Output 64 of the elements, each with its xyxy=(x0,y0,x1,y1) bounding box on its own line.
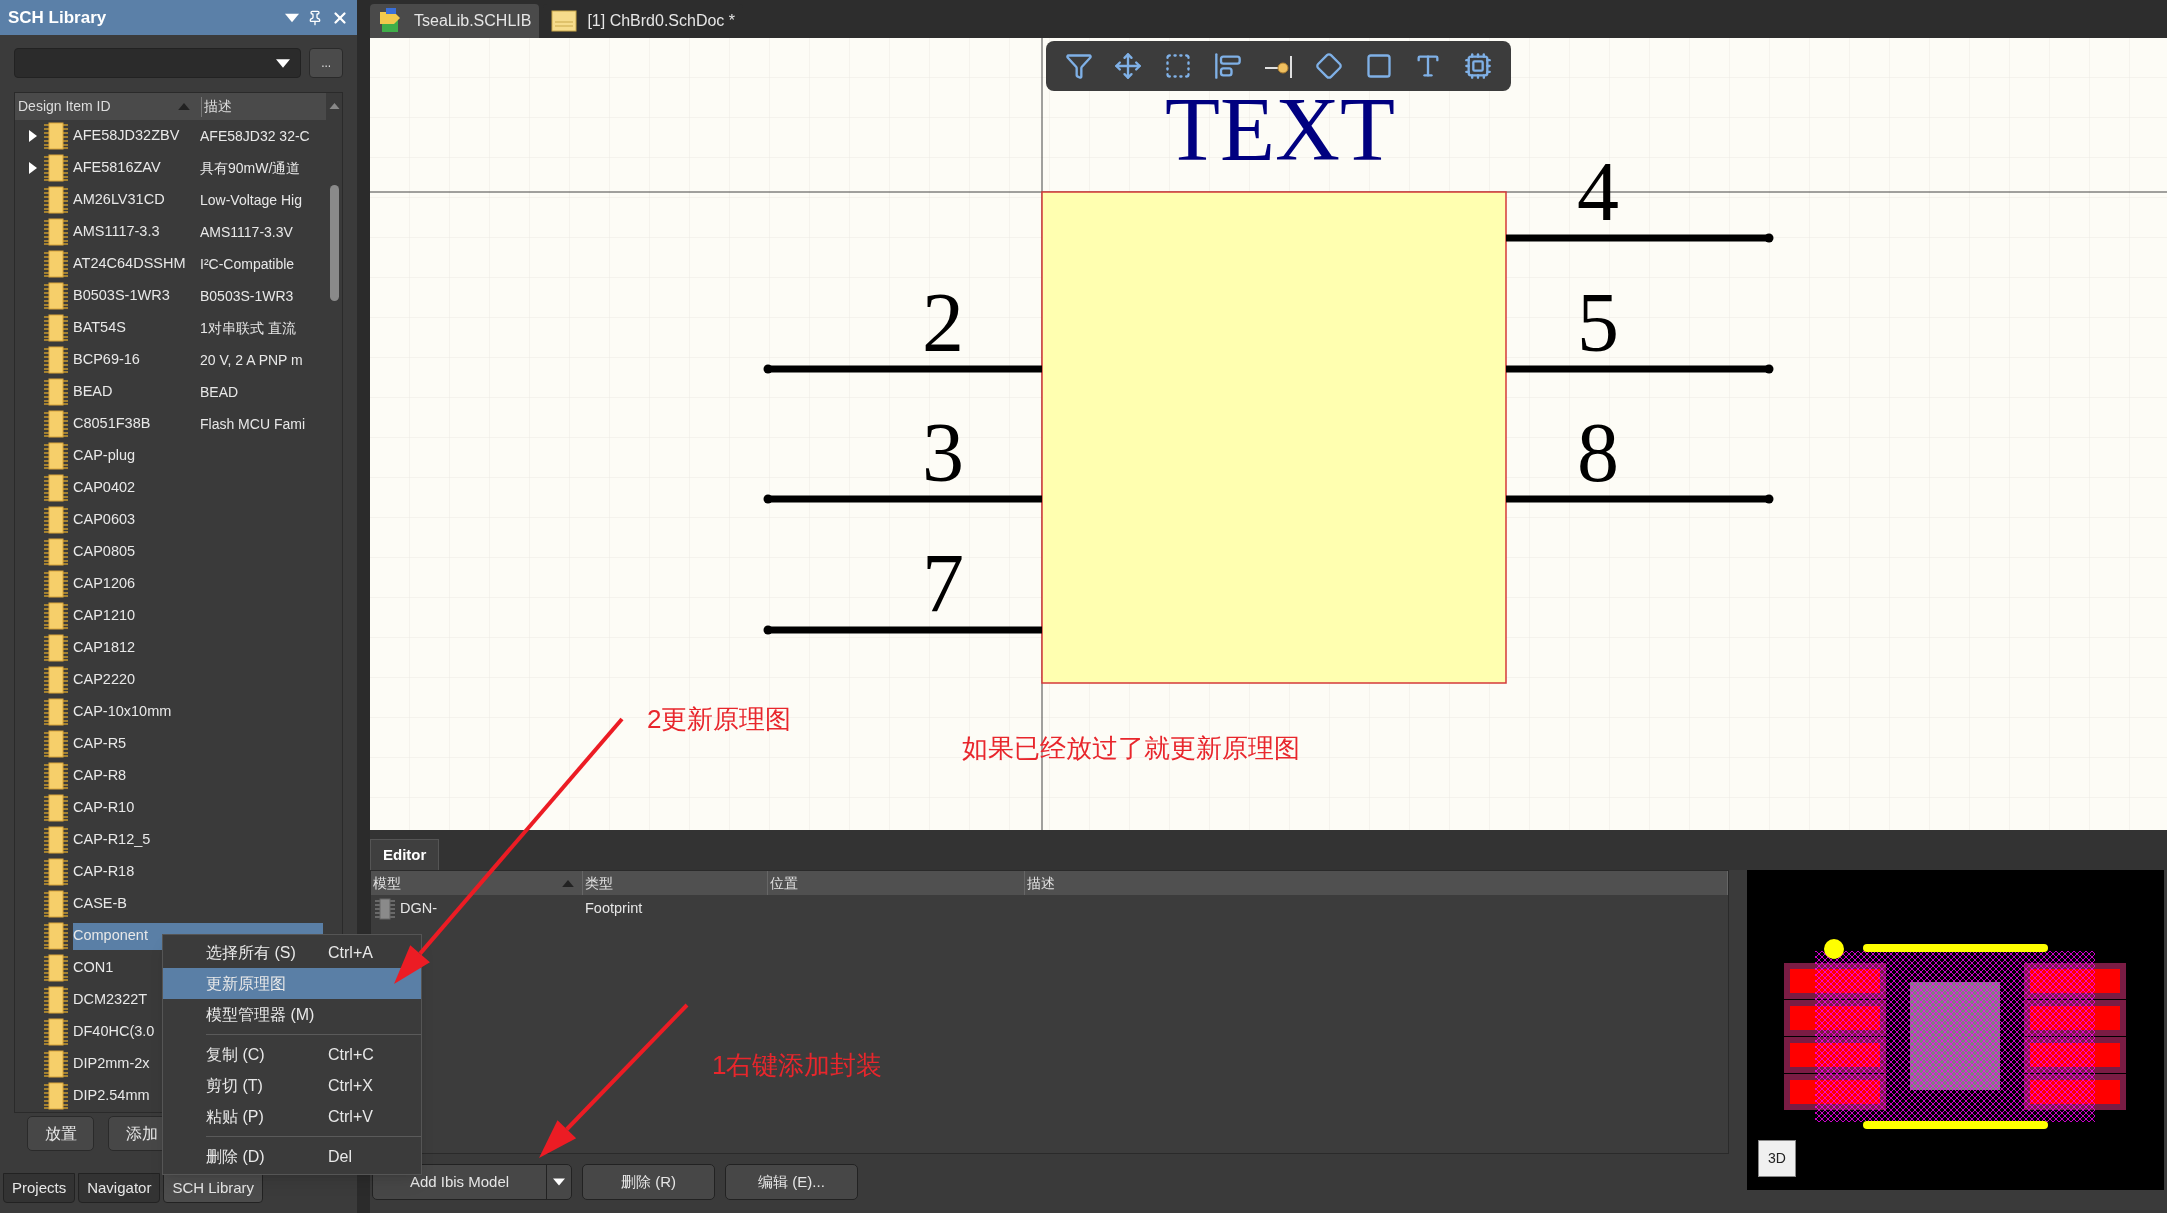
item-id: CAP0603 xyxy=(73,510,137,530)
table-cell-text: Footprint xyxy=(584,899,643,919)
item-description: BEAD xyxy=(200,382,239,402)
pin-number: 5 xyxy=(1577,276,1619,369)
annotation-text: 如果已经放过了就更新原理图 xyxy=(962,732,1300,765)
item-id: DCM2322T xyxy=(73,990,149,1010)
pin-number: 3 xyxy=(922,406,964,499)
pin-number: 8 xyxy=(1577,406,1619,499)
item-id: AMS1117-3.3 xyxy=(73,222,161,242)
item-description: I²C-Compatible xyxy=(200,254,295,274)
shortcut-label: Ctrl+A xyxy=(328,942,373,963)
menu-label: 复制 (C) xyxy=(206,1044,266,1065)
item-id: CAP-R8 xyxy=(73,766,128,786)
menu-label: 删除 (D) xyxy=(206,1146,266,1167)
menu-label: 粘贴 (P) xyxy=(206,1106,265,1127)
menu-label: 模型管理器 (M) xyxy=(206,1004,316,1025)
shortcut-label: Ctrl+C xyxy=(328,1044,374,1065)
item-id: CAP1206 xyxy=(73,574,137,594)
table-cell-text: DGN- xyxy=(400,899,438,919)
item-id: BCP69-16 xyxy=(73,350,141,370)
pin-number: 7 xyxy=(922,537,964,630)
item-id: CAP-R5 xyxy=(73,734,128,754)
item-description: Flash MCU Fami xyxy=(200,414,305,434)
item-id: C8051F38B xyxy=(73,414,152,434)
item-description: AFE58JD32 32-C xyxy=(200,126,310,146)
item-description: 具有90mW/通道 xyxy=(200,158,301,178)
item-id: CASE-B xyxy=(73,894,128,914)
menu-label: 剪切 (T) xyxy=(206,1075,264,1096)
item-id: B0503S-1WR3 xyxy=(73,286,171,306)
item-description: 20 V, 2 A PNP m xyxy=(200,350,303,370)
item-id: AT24C64DSSHM xyxy=(73,254,187,274)
shortcut-label: Del xyxy=(328,1146,352,1167)
shortcut-label: Ctrl+V xyxy=(328,1106,373,1127)
item-description: Low-Voltage Hig xyxy=(200,190,302,210)
item-description: B0503S-1WR3 xyxy=(200,286,294,306)
panel-title: SCH Library xyxy=(8,6,108,29)
item-id: AM26LV31CD xyxy=(73,190,166,210)
item-description: 1对串联式 直流 xyxy=(200,318,296,338)
menu-label: 选择所有 (S) xyxy=(206,942,297,963)
item-id: Component xyxy=(73,926,149,946)
menu-label: 更新原理图 xyxy=(206,973,287,994)
shortcut-label: Ctrl+X xyxy=(328,1075,373,1096)
item-id: BEAD xyxy=(73,382,114,402)
item-id: BAT54S xyxy=(73,318,127,338)
component-label: TEXT xyxy=(1165,80,1395,179)
item-id: AFE58JD32ZBV xyxy=(73,126,181,146)
item-id: AFE5816ZAV xyxy=(73,158,162,178)
item-id: CAP0402 xyxy=(73,478,137,498)
pin-number: 2 xyxy=(922,276,964,369)
item-id: CAP1210 xyxy=(73,606,137,626)
item-description: AMS1117-3.3V xyxy=(200,222,293,242)
item-id: CAP-R18 xyxy=(73,862,136,882)
item-id: CAP2220 xyxy=(73,670,137,690)
annotation-text: 1右键添加封装 xyxy=(712,1049,883,1082)
item-id: CAP-plug xyxy=(73,446,137,466)
item-id: CAP-R10 xyxy=(73,798,136,818)
item-id: CON1 xyxy=(73,958,115,978)
item-id: DF40HC(3.0 xyxy=(73,1022,156,1042)
pin-number: 4 xyxy=(1577,145,1619,238)
item-id: CAP0805 xyxy=(73,542,137,562)
item-id: CAP1812 xyxy=(73,638,137,658)
item-id: CAP-10x10mm xyxy=(73,702,173,722)
item-id: CAP-R12_5 xyxy=(73,830,152,850)
annotation-text: 2更新原理图 xyxy=(647,703,792,736)
